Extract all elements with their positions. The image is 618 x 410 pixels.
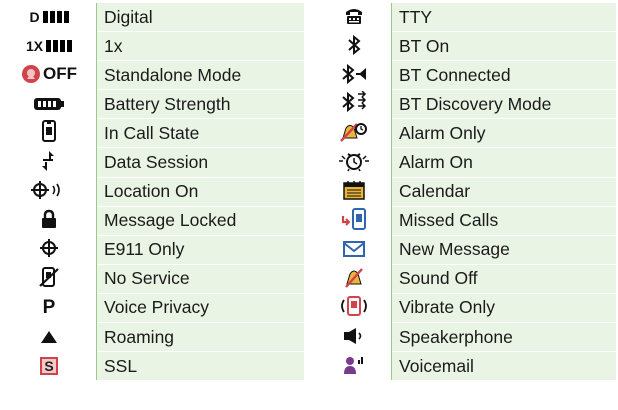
legend-row: Speakerphone xyxy=(317,322,616,352)
speakerphone-icon xyxy=(343,324,365,348)
legend-label: BT Connected xyxy=(391,60,616,90)
bluetooth-connected-icon xyxy=(341,62,367,86)
bluetooth-icon xyxy=(347,33,361,57)
legend-label: Data Session xyxy=(96,147,304,178)
legend-label: In Call State xyxy=(96,118,304,148)
no-service-icon xyxy=(39,265,59,289)
legend-label: Voicemail xyxy=(391,351,616,381)
legend-label: Message Locked xyxy=(96,205,304,236)
legend-label: Calendar xyxy=(391,176,616,207)
calendar-icon xyxy=(343,178,365,202)
status-icon-table-right: TTY BT On BT Connected BT Discovery Mode xyxy=(317,3,616,381)
legend-label: Alarm On xyxy=(391,147,616,178)
legend-row: BT Connected xyxy=(317,60,616,90)
digital-signal-icon: D xyxy=(29,5,69,29)
legend-row: Calendar xyxy=(317,176,616,207)
legend-label: Vibrate Only xyxy=(391,292,616,323)
e911-crosshair-icon xyxy=(39,236,59,260)
legend-row: Sound Off xyxy=(317,263,616,294)
legend-row: Roaming xyxy=(2,322,304,352)
legend-label: Speakerphone xyxy=(391,322,616,352)
legend-row: In Call State xyxy=(2,118,304,148)
legend-row: TTY xyxy=(317,3,616,32)
legend-row: BT On xyxy=(317,31,616,61)
legend-row: E911 Only xyxy=(2,234,304,265)
envelope-icon xyxy=(343,237,365,261)
legend-row: S SSL xyxy=(2,351,304,381)
location-on-icon xyxy=(31,178,67,202)
standalone-off-icon: OFF xyxy=(21,62,77,86)
legend-row: P Voice Privacy xyxy=(2,292,304,323)
missed-calls-icon xyxy=(341,207,367,231)
legend-label: Digital xyxy=(96,3,304,32)
legend-row: Missed Calls xyxy=(317,205,616,236)
vibrate-only-icon xyxy=(338,294,370,318)
legend-label: TTY xyxy=(391,3,616,32)
legend-row: 1X 1x xyxy=(2,31,304,61)
legend-label: BT Discovery Mode xyxy=(391,89,616,119)
legend-row: Location On xyxy=(2,176,304,207)
sound-off-icon xyxy=(344,265,364,289)
legend-row: Battery Strength xyxy=(2,89,304,119)
legend-row: No Service xyxy=(2,263,304,294)
data-session-arrows-icon xyxy=(41,149,57,173)
padlock-icon xyxy=(41,207,57,231)
legend-label: 1x xyxy=(96,31,304,61)
legend-label: Standalone Mode xyxy=(96,60,304,90)
legend-row: Voicemail xyxy=(317,351,616,381)
1x-signal-icon: 1X xyxy=(26,34,73,58)
legend-row: Vibrate Only xyxy=(317,292,616,323)
legend-row: OFF Standalone Mode xyxy=(2,60,304,90)
legend-label: Voice Privacy xyxy=(96,292,304,323)
legend-row: D Digital xyxy=(2,3,304,32)
legend-row: BT Discovery Mode xyxy=(317,89,616,119)
legend-row: New Message xyxy=(317,234,616,265)
legend-label: SSL xyxy=(96,351,304,381)
legend-label: Alarm Only xyxy=(391,118,616,148)
bluetooth-discovery-icon xyxy=(341,90,367,114)
roaming-triangle-icon xyxy=(40,325,58,349)
in-call-icon xyxy=(42,119,56,143)
legend-label: Sound Off xyxy=(391,263,616,294)
voice-privacy-icon: P xyxy=(42,296,56,318)
legend-label: Location On xyxy=(96,176,304,207)
alarm-only-icon xyxy=(340,119,368,143)
tty-icon xyxy=(344,4,364,28)
legend-label: Roaming xyxy=(96,322,304,352)
legend-row: Data Session xyxy=(2,147,304,178)
legend-row: Alarm On xyxy=(317,147,616,178)
legend-label: E911 Only xyxy=(96,234,304,265)
legend-row: Alarm Only xyxy=(317,118,616,148)
voicemail-icon xyxy=(343,353,365,377)
legend-label: New Message xyxy=(391,234,616,265)
legend-label: BT On xyxy=(391,31,616,61)
alarm-on-icon xyxy=(337,149,371,173)
battery-icon xyxy=(34,92,64,116)
legend-label: Battery Strength xyxy=(96,89,304,119)
legend-label: No Service xyxy=(96,263,304,294)
ssl-icon: S xyxy=(40,357,58,376)
status-icon-table-left: D Digital 1X 1x OFF Standalone Mode Batt… xyxy=(2,3,304,381)
legend-label: Missed Calls xyxy=(391,205,616,236)
legend-row: Message Locked xyxy=(2,205,304,236)
